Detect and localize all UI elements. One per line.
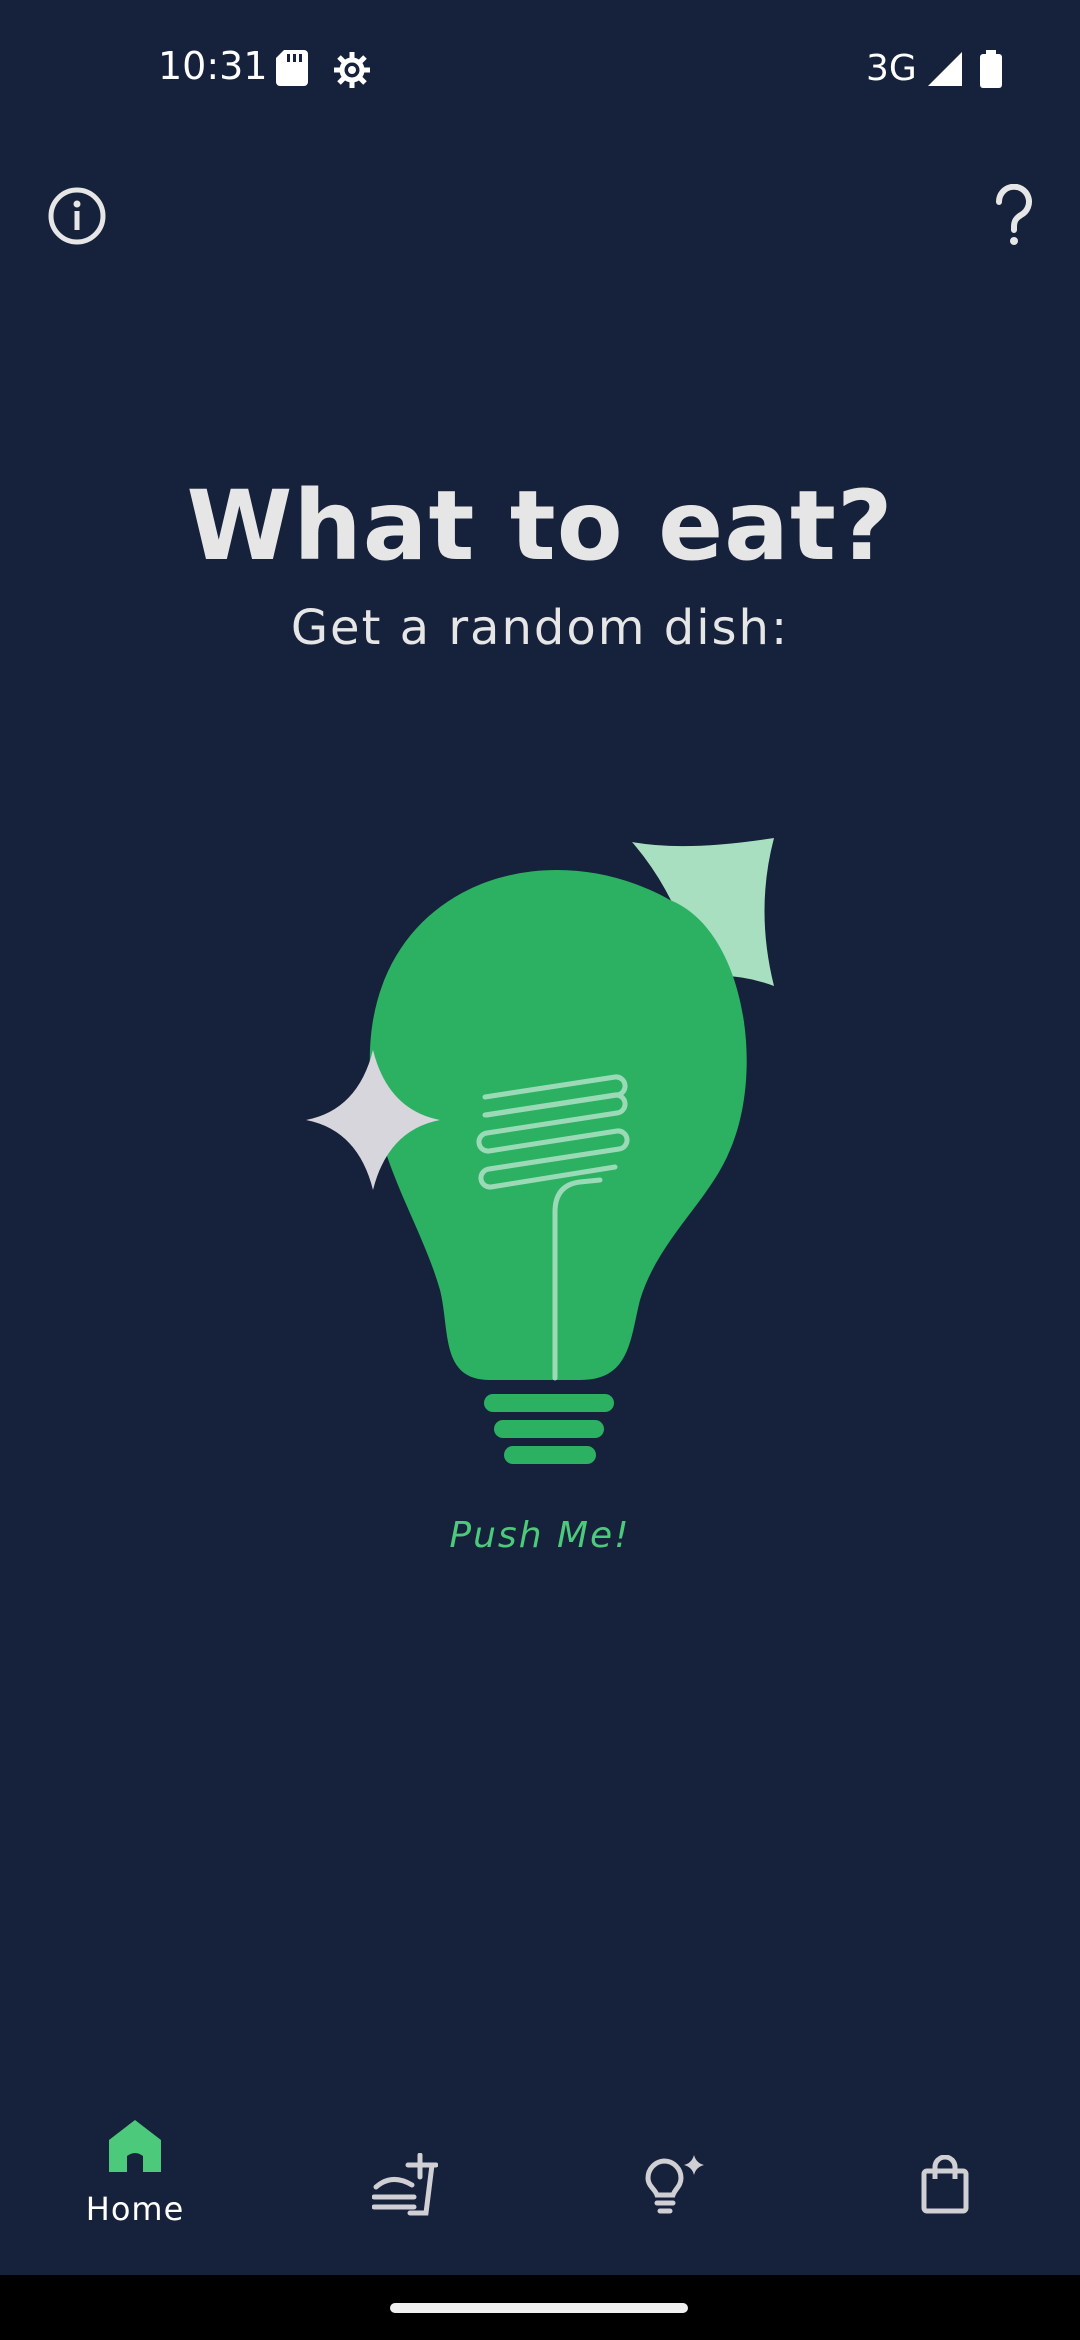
page-subtitle: Get a random dish: [290, 600, 790, 656]
status-bar: 10:31 3G [0, 0, 1080, 140]
info-icon [48, 187, 106, 245]
sd-card-icon [276, 50, 308, 86]
nav-item-dishes[interactable] [305, 2100, 505, 2260]
status-time: 10:31 [158, 44, 268, 88]
bottom-navigation: Home [0, 2080, 1080, 2275]
network-type: 3G [866, 48, 917, 89]
signal-icon [928, 52, 962, 86]
lightbulb-icon [306, 838, 774, 1464]
help-button[interactable] [974, 176, 1054, 256]
home-icon [109, 2120, 161, 2172]
dish-icon [372, 2153, 438, 2216]
page-title: What to eat? [186, 470, 894, 582]
settings-gear-icon [334, 52, 370, 88]
push-me-label: Push Me! [449, 1515, 631, 1556]
random-dish-button[interactable] [290, 820, 810, 1480]
home-gesture-handle[interactable] [390, 2303, 688, 2313]
help-icon [995, 184, 1032, 245]
ideas-icon [645, 2155, 704, 2214]
nav-item-ideas[interactable] [575, 2100, 775, 2260]
shopping-bag-icon [921, 2155, 969, 2214]
battery-icon [980, 50, 1002, 88]
nav-item-shopping[interactable] [845, 2100, 1045, 2260]
nav-label-home: Home [85, 2190, 185, 2228]
system-navigation-bar [0, 2275, 1080, 2340]
nav-item-home[interactable]: Home [35, 2100, 235, 2260]
info-button[interactable] [37, 176, 117, 256]
